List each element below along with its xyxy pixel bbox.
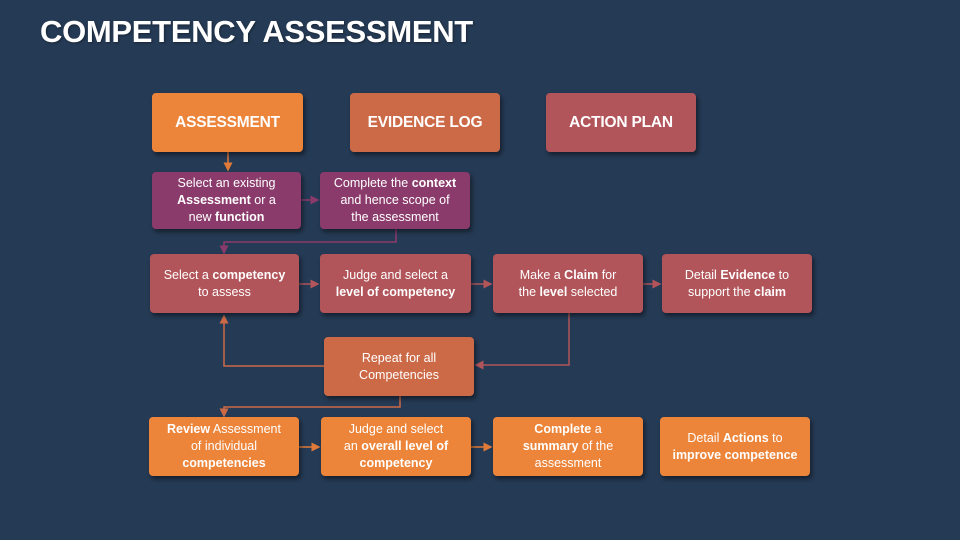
- emphasis-text: claim: [754, 284, 786, 299]
- make-claim[interactable]: Make a Claim for the level selected: [493, 254, 643, 313]
- emphasis-text: competency: [359, 456, 433, 470]
- text-segment: to assess: [198, 284, 251, 299]
- emphasis-text: Actions: [722, 430, 769, 445]
- text-segment: of individual: [190, 439, 257, 453]
- review-text: Review Assessment of individual competenci…: [167, 421, 281, 472]
- connector-repeat-to-competency: [219, 314, 324, 367]
- connector-claim-to-repeat: [474, 313, 570, 370]
- text-segment: selected: [567, 284, 618, 299]
- emphasis-text: Claim: [564, 267, 599, 282]
- emphasis-text: level: [539, 284, 568, 299]
- connector-context-to-competency: [219, 229, 397, 255]
- repeat[interactable]: Repeat for all Competencies: [324, 337, 474, 396]
- emphasis-text: level of competency: [335, 284, 456, 299]
- select-competency[interactable]: Select a competency to assess: [150, 254, 299, 313]
- text-segment: Select a: [163, 267, 213, 282]
- emphasis-text: summary: [522, 439, 579, 453]
- emphasis-text: Assessment: [177, 193, 251, 207]
- emphasis-text: function: [215, 210, 265, 224]
- detail-evidence-text: Detail Evidence to support the claim: [685, 267, 789, 301]
- emphasis-text: context: [411, 176, 457, 190]
- header-assessment[interactable]: ASSESSMENT: [152, 93, 303, 152]
- select-assessment-text: Select an existing Assessment or a new fun…: [177, 175, 276, 226]
- text-segment: of the: [578, 439, 614, 453]
- complete-summary[interactable]: Complete a summary of the assessment: [493, 417, 643, 476]
- text-segment: Judge and select a: [343, 267, 448, 282]
- complete-summary-text: Complete a summary of the assessment: [523, 421, 613, 472]
- text-segment: Repeat for all: [361, 350, 437, 365]
- header-evidence-log-label: EVIDENCE LOG: [367, 114, 483, 131]
- detail-actions[interactable]: Detail Actions to improve competence: [660, 417, 810, 476]
- detail-actions-text: Detail Actions to improve competence: [672, 430, 797, 464]
- text-segment: Select an existing: [177, 176, 276, 190]
- text-segment: the assessment: [351, 210, 439, 224]
- emphasis-text: Review: [167, 422, 211, 436]
- header-action-plan[interactable]: ACTION PLAN: [546, 93, 696, 152]
- text-segment: to: [768, 430, 783, 445]
- text-segment: an: [343, 439, 362, 453]
- header-evidence-log[interactable]: EVIDENCE LOG: [350, 93, 500, 152]
- text-segment: Competencies: [359, 367, 439, 382]
- judge-level[interactable]: Judge and select a level of competency: [320, 254, 471, 313]
- make-claim-text: Make a Claim for the level selected: [519, 267, 618, 301]
- text-segment: for: [598, 267, 617, 282]
- text-segment: Assessment: [210, 422, 281, 436]
- select-competency-text: Select a competency to assess: [164, 267, 286, 301]
- emphasis-text: overall level of: [361, 439, 449, 453]
- page-title: COMPETENCY ASSESSMENT: [40, 14, 473, 49]
- select-assessment[interactable]: Select an existing Assessment or a new fun…: [152, 172, 301, 229]
- text-segment: a: [591, 422, 602, 436]
- repeat-text: Repeat for all Competencies: [359, 350, 439, 384]
- text-segment: assessment: [534, 456, 602, 470]
- judge-level-text: Judge and select a level of competency: [336, 267, 456, 301]
- complete-context-text: Complete the context and hence scope of th…: [334, 175, 456, 226]
- judge-overall[interactable]: Judge and select an overall level of compe…: [321, 417, 471, 476]
- text-segment: new: [188, 210, 216, 224]
- text-segment: or a: [250, 193, 276, 207]
- text-segment: to: [775, 267, 790, 282]
- header-assessment-label: ASSESSMENT: [175, 114, 280, 131]
- emphasis-text: competencies: [182, 456, 266, 470]
- emphasis-text: Complete: [534, 422, 592, 436]
- text-segment: support the: [688, 284, 755, 299]
- connector-layer: [219, 152, 662, 452]
- header-action-plan-label: ACTION PLAN: [569, 114, 673, 131]
- connector-repeat-to-review: [219, 396, 401, 418]
- text-segment: Make a: [519, 267, 565, 282]
- review[interactable]: Review Assessment of individual competenci…: [149, 417, 299, 476]
- complete-context[interactable]: Complete the context and hence scope of th…: [320, 172, 470, 229]
- text-segment: Detail: [687, 430, 723, 445]
- emphasis-text: improve competence: [672, 447, 798, 462]
- text-segment: and hence scope of: [340, 193, 450, 207]
- emphasis-text: Evidence: [720, 267, 776, 282]
- text-segment: Judge and select: [348, 422, 444, 436]
- text-segment: Complete the: [333, 176, 412, 190]
- text-segment: Detail: [684, 267, 721, 282]
- emphasis-text: competency: [212, 267, 286, 282]
- detail-evidence[interactable]: Detail Evidence to support the claim: [662, 254, 812, 313]
- judge-overall-text: Judge and select an overall level of compe…: [344, 421, 448, 472]
- text-segment: the: [518, 284, 540, 299]
